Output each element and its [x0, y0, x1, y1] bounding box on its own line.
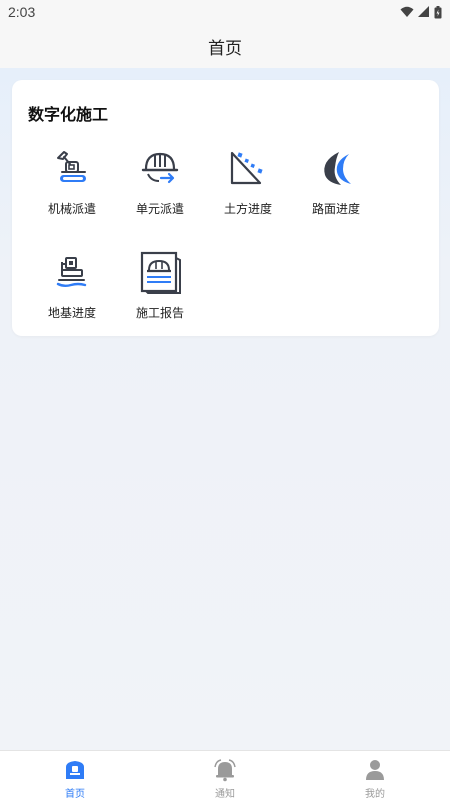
battery-icon: [434, 5, 442, 18]
grid-item-machine-dispatch[interactable]: 机械派遣: [28, 144, 116, 228]
page-title: 首页: [208, 38, 242, 59]
tab-label: 我的: [365, 789, 385, 800]
grid-item-label: 施工报告: [135, 306, 184, 320]
grid-item-label: 路面进度: [311, 202, 360, 216]
tab-home[interactable]: 首页: [0, 751, 150, 800]
excavator-icon: [48, 144, 96, 192]
road-curve-icon: [312, 144, 360, 192]
foundation-icon: [48, 248, 96, 296]
tab-label: 首页: [65, 789, 85, 800]
tab-profile[interactable]: 我的: [300, 751, 450, 800]
status-icons: [400, 5, 442, 19]
helmet-icon: [136, 144, 184, 192]
grid-item-label: 机械派遣: [47, 202, 96, 216]
bottom-tabbar: 首页 通知 我的: [0, 750, 450, 800]
wifi-icon: [400, 6, 414, 17]
tab-label: 通知: [215, 789, 235, 800]
tab-notifications[interactable]: 通知: [150, 751, 300, 800]
bell-icon: [213, 758, 237, 782]
digital-construction-card: 数字化施工 机械派遣 单元派遣 土方进度 路面进度 地基进度 施工报告: [12, 80, 439, 336]
home-icon: [63, 758, 87, 782]
status-bar: 2:03: [0, 0, 450, 24]
user-icon: [363, 758, 387, 782]
earthwork-slope-icon: [224, 144, 272, 192]
grid-item-earthwork-progress[interactable]: 土方进度: [204, 144, 292, 228]
grid-item-pavement-progress[interactable]: 路面进度: [292, 144, 380, 228]
grid-item-label: 地基进度: [47, 306, 96, 320]
grid-item-label: 单元派遣: [135, 202, 184, 216]
report-document-icon: [136, 248, 184, 296]
signal-icon: [418, 6, 429, 17]
app-header: 首页: [0, 24, 450, 68]
card-title: 数字化施工: [28, 105, 109, 124]
main-content: 数字化施工 机械派遣 单元派遣 土方进度 路面进度 地基进度 施工报告: [0, 68, 450, 750]
status-time: 2:03: [8, 4, 36, 20]
grid-item-construction-report[interactable]: 施工报告: [116, 248, 204, 332]
grid-item-label: 土方进度: [223, 202, 272, 216]
grid-item-unit-dispatch[interactable]: 单元派遣: [116, 144, 204, 228]
grid-item-foundation-progress[interactable]: 地基进度: [28, 248, 116, 332]
